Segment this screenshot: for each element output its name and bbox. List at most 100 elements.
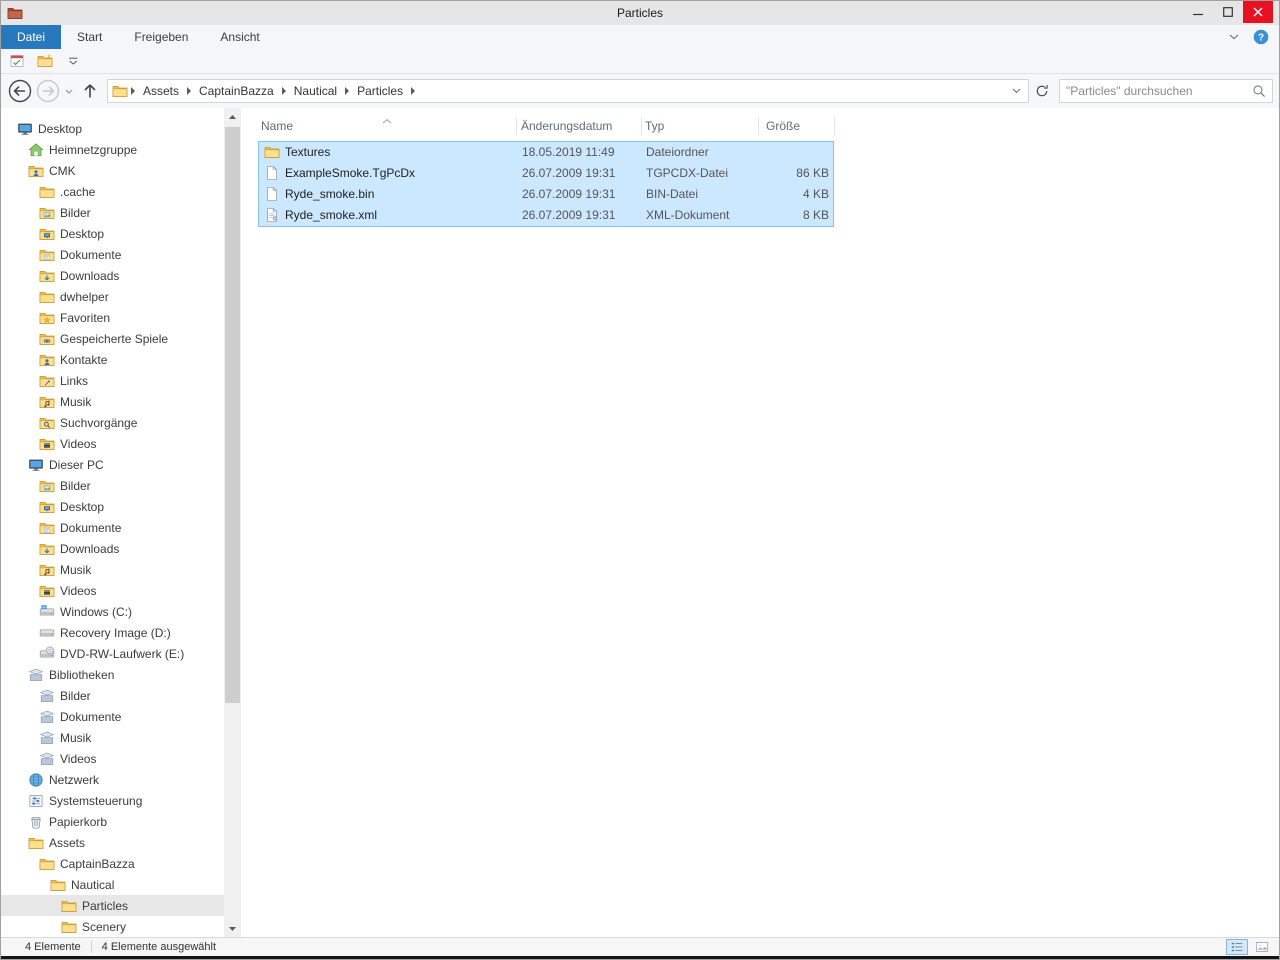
forward-button[interactable]	[35, 78, 61, 104]
tree-item-systemsteuerung[interactable]: Systemsteuerung	[1, 790, 224, 811]
tree-item-assets[interactable]: Assets	[1, 832, 224, 853]
refresh-icon[interactable]	[1035, 84, 1049, 98]
file-row-textures[interactable]: Textures18.05.2019 11:49Dateiordner	[259, 142, 833, 163]
breadcrumb-chevron-icon[interactable]	[187, 87, 191, 95]
tree-item-bibliotheken[interactable]: Bibliotheken	[1, 664, 224, 685]
tree-item-desktop[interactable]: Desktop	[1, 118, 224, 139]
tree-item-suchvorg-nge[interactable]: Suchvorgänge	[1, 412, 224, 433]
tree-item-heimnetzgruppe[interactable]: Heimnetzgruppe	[1, 139, 224, 160]
column-separator[interactable]	[834, 117, 835, 135]
tree-item-papierkorb[interactable]: Papierkorb	[1, 811, 224, 832]
file-row-ryde-smoke-bin[interactable]: Ryde_smoke.bin26.07.2009 19:31BIN-Datei4…	[259, 184, 833, 205]
file-icon	[264, 186, 280, 202]
tree-item-label: Desktop	[60, 227, 104, 241]
tree-item-label: Videos	[60, 584, 96, 598]
tree-item-captainbazza[interactable]: CaptainBazza	[1, 853, 224, 874]
tree-item-desktop[interactable]: Desktop	[1, 223, 224, 244]
column-header-date[interactable]: Änderungsdatum	[521, 119, 612, 133]
folder-music-icon	[39, 394, 55, 410]
tree-item-windows-c[interactable]: Windows (C:)	[1, 601, 224, 622]
tree-item-netzwerk[interactable]: Netzwerk	[1, 769, 224, 790]
search-icon[interactable]	[1252, 84, 1266, 98]
tree-item-downloads[interactable]: Downloads	[1, 538, 224, 559]
column-separator[interactable]	[641, 117, 642, 135]
column-header-name[interactable]: Name	[261, 119, 293, 133]
breadcrumb-chevron-icon[interactable]	[345, 87, 349, 95]
breadcrumb-chevron-icon[interactable]	[411, 87, 415, 95]
tree-item-scenery[interactable]: Scenery	[1, 916, 224, 937]
tree-item-particles[interactable]: Particles	[1, 895, 224, 916]
history-dropdown-icon[interactable]	[63, 78, 75, 104]
tree-item-musik[interactable]: Musik	[1, 391, 224, 412]
tree-item-videos[interactable]: Videos	[1, 433, 224, 454]
tree-item-kontakte[interactable]: Kontakte	[1, 349, 224, 370]
tree-item-cmk[interactable]: CMK	[1, 160, 224, 181]
thumbnails-view-button[interactable]	[1251, 939, 1273, 955]
tree-item-dieser-pc[interactable]: Dieser PC	[1, 454, 224, 475]
tree-item-bilder[interactable]: Bilder	[1, 202, 224, 223]
tree-item-musik[interactable]: Musik	[1, 559, 224, 580]
column-header-type[interactable]: Typ	[645, 119, 664, 133]
address-bar[interactable]: Assets CaptainBazza Nautical Particles	[107, 79, 1029, 103]
qat-new-folder-icon[interactable]	[35, 51, 55, 71]
ribbon-collapse-icon[interactable]	[1229, 34, 1239, 40]
tree-item-nautical[interactable]: Nautical	[1, 874, 224, 895]
desktop-icon	[17, 121, 33, 137]
column-header-size[interactable]: Größe	[766, 119, 800, 133]
breadcrumb-item-nautical[interactable]: Nautical	[289, 80, 342, 102]
tree-item-favoriten[interactable]: Favoriten	[1, 307, 224, 328]
folder-icon	[61, 898, 77, 914]
qat-customize-icon[interactable]	[63, 51, 83, 71]
computer-icon	[28, 457, 44, 473]
tree-item-desktop[interactable]: Desktop	[1, 496, 224, 517]
homegroup-icon	[28, 142, 44, 158]
tree-item-videos[interactable]: Videos	[1, 748, 224, 769]
address-dropdown-icon[interactable]	[1012, 88, 1021, 94]
tree-item-bilder[interactable]: Bilder	[1, 685, 224, 706]
tree-item-dwhelper[interactable]: dwhelper	[1, 286, 224, 307]
tree-item-gespeicherte-spiele[interactable]: Gespeicherte Spiele	[1, 328, 224, 349]
tree-item-bilder[interactable]: Bilder	[1, 475, 224, 496]
breadcrumb-chevron-icon[interactable]	[282, 87, 286, 95]
tree-item-dokumente[interactable]: Dokumente	[1, 244, 224, 265]
file-row-examplesmoke-tgpcdx[interactable]: ExampleSmoke.TgPcDx26.07.2009 19:31TGPCD…	[259, 163, 833, 184]
tree-item-musik[interactable]: Musik	[1, 727, 224, 748]
tab-datei[interactable]: Datei	[1, 25, 61, 49]
breadcrumb-item-assets[interactable]: Assets	[138, 80, 184, 102]
breadcrumb-item-captainbazza[interactable]: CaptainBazza	[194, 80, 279, 102]
tree-item-dokumente[interactable]: Dokumente	[1, 706, 224, 727]
tree-item-recovery-image-d[interactable]: Recovery Image (D:)	[1, 622, 224, 643]
file-row-ryde-smoke-xml[interactable]: Ryde_smoke.xml26.07.2009 19:31XML-Dokume…	[259, 205, 833, 226]
qat-properties-icon[interactable]	[7, 51, 27, 71]
scroll-thumb[interactable]	[225, 127, 240, 703]
tab-start[interactable]: Start	[61, 25, 118, 49]
back-button[interactable]	[7, 78, 33, 104]
up-button[interactable]	[79, 78, 101, 104]
tree-item-label: Particles	[82, 899, 128, 913]
scroll-up-button[interactable]	[224, 108, 241, 125]
library-icon	[39, 751, 55, 767]
help-icon[interactable]: ?	[1253, 29, 1269, 45]
tree-item-videos[interactable]: Videos	[1, 580, 224, 601]
tab-freigeben[interactable]: Freigeben	[118, 25, 204, 49]
column-separator[interactable]	[758, 117, 759, 135]
maximize-button[interactable]	[1213, 1, 1243, 23]
column-separator[interactable]	[516, 117, 517, 135]
breadcrumb-item-particles[interactable]: Particles	[352, 80, 408, 102]
tab-ansicht[interactable]: Ansicht	[204, 25, 275, 49]
details-view-button[interactable]	[1226, 939, 1248, 955]
search-input[interactable]	[1060, 84, 1252, 98]
minimize-button[interactable]	[1183, 1, 1213, 23]
tree-item-links[interactable]: Links	[1, 370, 224, 391]
close-button[interactable]	[1243, 1, 1273, 23]
scroll-down-button[interactable]	[224, 920, 241, 937]
scrollbar[interactable]	[224, 108, 241, 937]
tree-item-cache[interactable]: .cache	[1, 181, 224, 202]
ribbon-tab-bar: Datei Start Freigeben Ansicht ?	[1, 25, 1279, 49]
tree-item-dokumente[interactable]: Dokumente	[1, 517, 224, 538]
tree-item-dvd-rw-laufwerk-e[interactable]: DVD-RW-Laufwerk (E:)	[1, 643, 224, 664]
breadcrumb-chevron-icon[interactable]	[131, 87, 135, 95]
tree-item-downloads[interactable]: Downloads	[1, 265, 224, 286]
address-bar-row: Assets CaptainBazza Nautical Particles	[1, 74, 1279, 108]
item-count: 4 Elemente	[25, 941, 81, 953]
